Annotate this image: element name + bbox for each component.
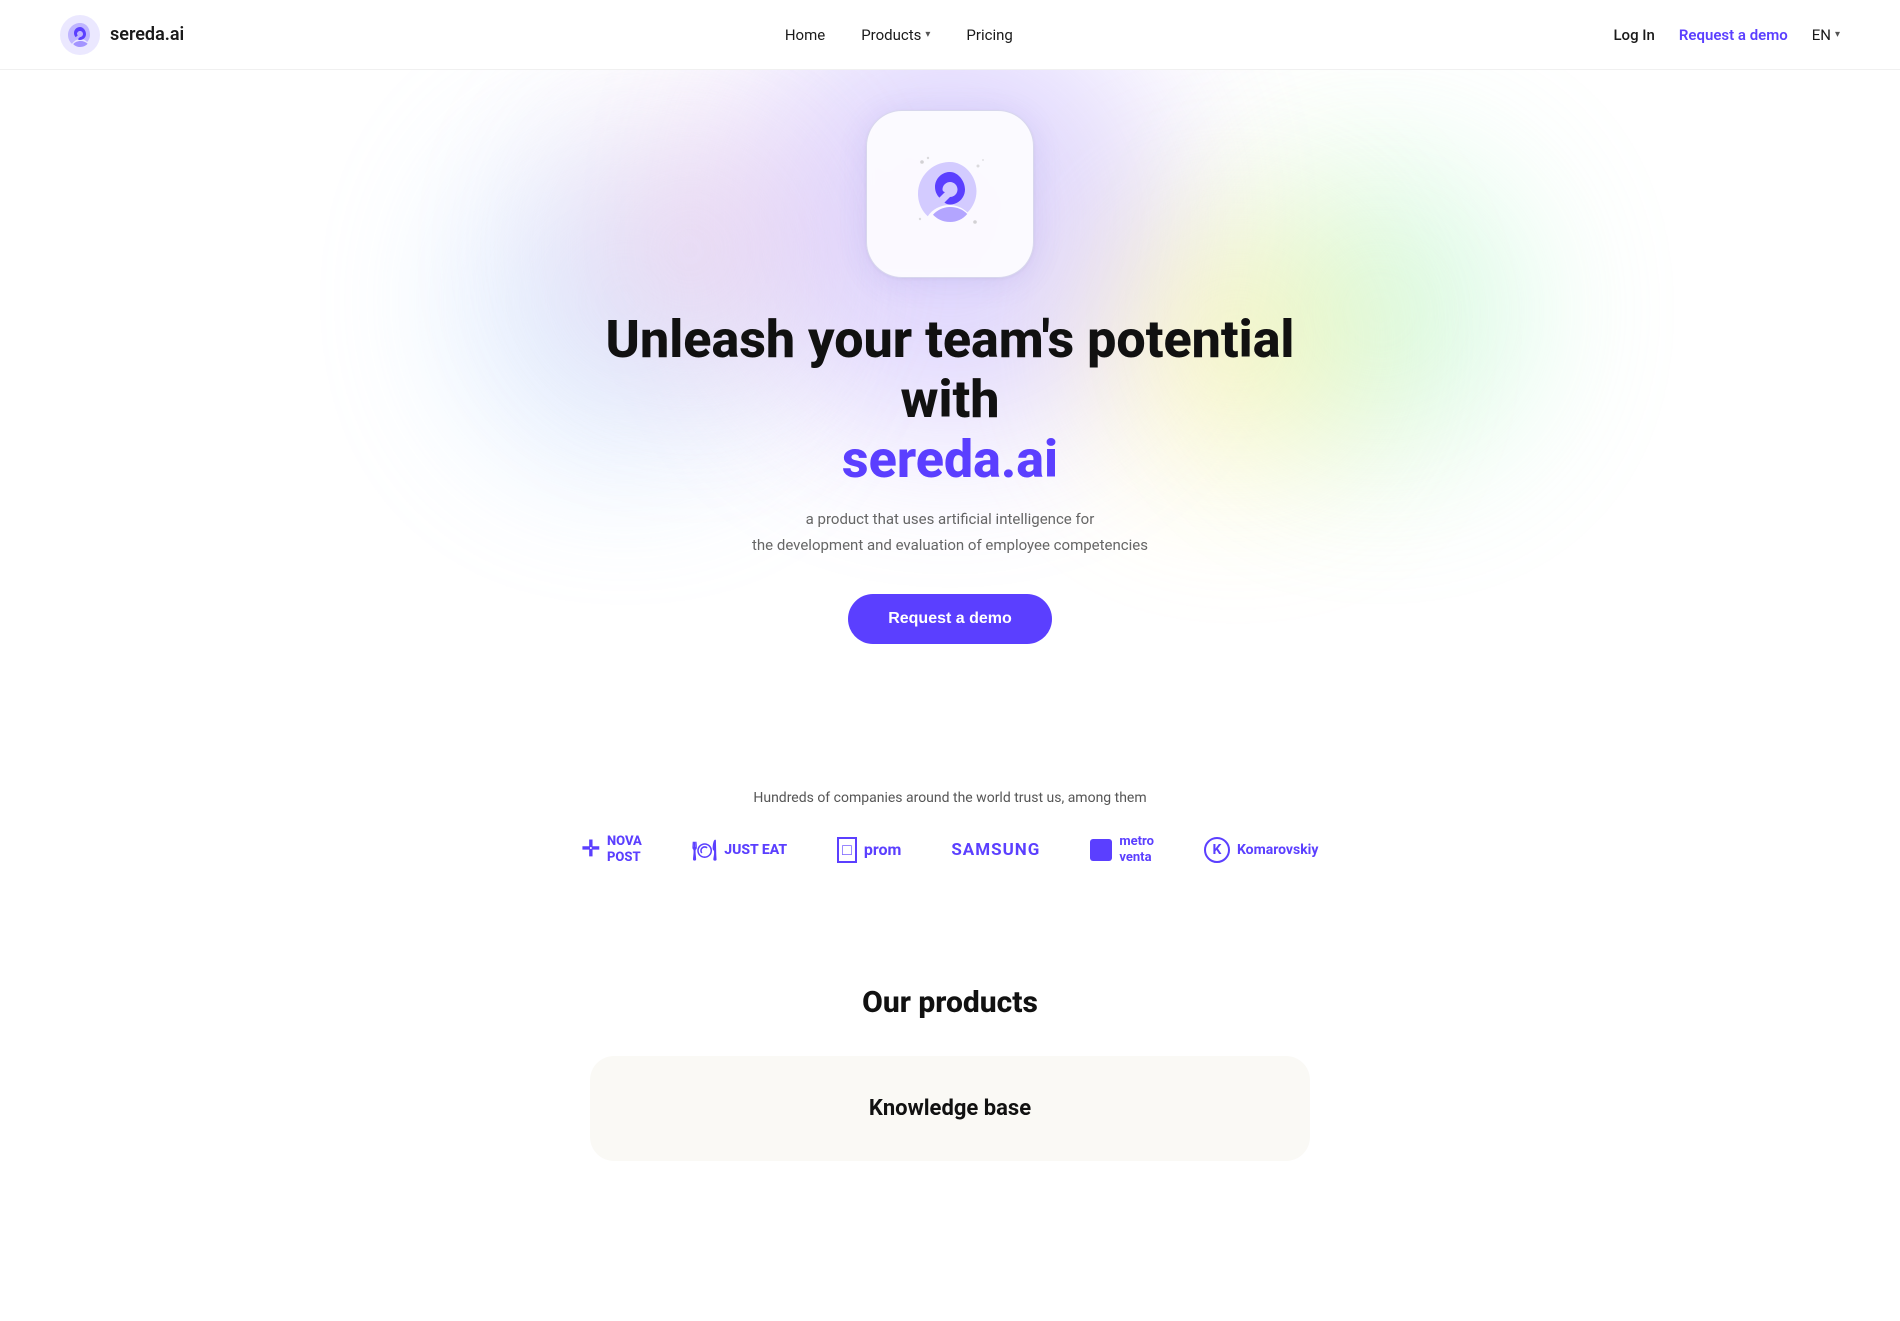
request-demo-nav-link[interactable]: Request a demo: [1679, 26, 1788, 44]
logo-text: sereda.ai: [110, 24, 184, 45]
trust-text: Hundreds of companies around the world t…: [753, 790, 1146, 806]
navbar: sereda.ai Home Products ▾ Pricing Log In…: [0, 0, 1900, 70]
products-section-title: Our products: [862, 985, 1038, 1020]
trust-logo-metro-venta: metroventa: [1090, 834, 1154, 865]
just-eat-icon: 🍽: [692, 838, 717, 862]
login-link[interactable]: Log In: [1613, 26, 1654, 44]
product-card-title: Knowledge base: [869, 1096, 1031, 1121]
hero-headline-text: Unleash your team's potential with: [606, 309, 1295, 430]
product-card-knowledge-base: Knowledge base: [590, 1056, 1310, 1161]
language-selector[interactable]: EN ▾: [1812, 26, 1840, 44]
hero-brand-name: sereda.ai: [842, 429, 1058, 490]
hero-logo-svg: [900, 144, 1000, 244]
komarovskiy-icon: K: [1204, 837, 1230, 863]
hero-headline: Unleash your team's potential with sered…: [550, 310, 1350, 489]
logo-link[interactable]: sereda.ai: [60, 15, 184, 55]
trust-logo-just-eat: 🍽 JUST EAT: [692, 838, 787, 862]
hero-cta: Request a demo: [848, 594, 1052, 644]
hero-logo-box: [866, 110, 1034, 278]
nav-home[interactable]: Home: [785, 26, 825, 44]
lang-chevron-icon: ▾: [1835, 29, 1840, 40]
hero-subtitle: a product that uses artificial intellige…: [752, 507, 1148, 558]
trust-section: Hundreds of companies around the world t…: [0, 750, 1900, 925]
hero-logo-container: [866, 110, 1034, 278]
products-section: Our products Knowledge base: [0, 925, 1900, 1201]
nav-center: Home Products ▾ Pricing: [785, 26, 1013, 44]
nova-post-icon: ✛: [582, 837, 600, 862]
samsung-text: SAMSUNG: [951, 840, 1040, 860]
request-demo-button[interactable]: Request a demo: [848, 594, 1052, 644]
nav-pricing[interactable]: Pricing: [966, 26, 1012, 44]
nav-right: Log In Request a demo EN ▾: [1613, 26, 1840, 44]
trust-logo-samsung: SAMSUNG: [951, 840, 1040, 860]
metro-venta-icon: [1090, 839, 1112, 861]
logo-icon: [60, 15, 100, 55]
hero-section: Unleash your team's potential with sered…: [0, 70, 1900, 750]
prom-icon: □: [837, 837, 857, 863]
trust-logo-komarovskiy: K Komarovskiy: [1204, 837, 1318, 863]
trust-logos: ✛ NOVAPOST 🍽 JUST EAT □ prom SAMSUNG met…: [582, 834, 1319, 865]
trust-logo-nova-post: ✛ NOVAPOST: [582, 834, 642, 865]
nav-products[interactable]: Products ▾: [861, 26, 930, 44]
products-chevron-icon: ▾: [925, 29, 930, 40]
trust-logo-prom: □ prom: [837, 837, 901, 863]
